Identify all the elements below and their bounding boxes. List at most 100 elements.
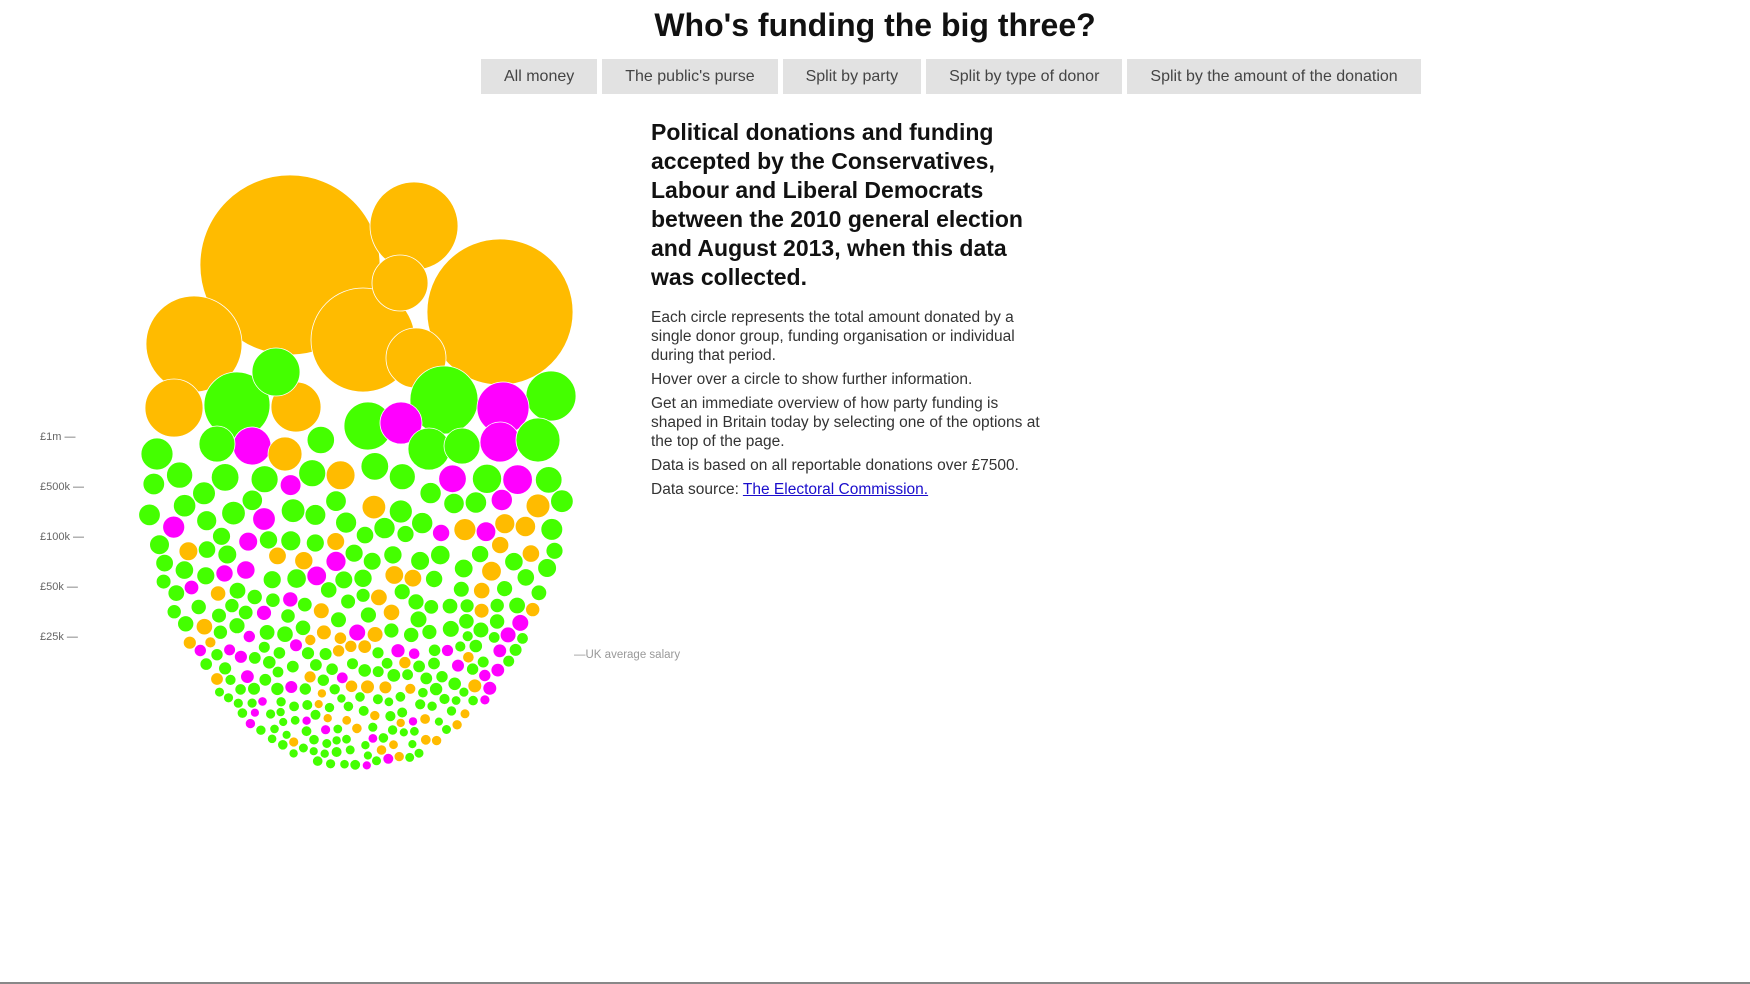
donor-bubble-72[interactable]: [410, 551, 430, 571]
donor-bubble-278[interactable]: [341, 715, 352, 726]
donor-bubble-96[interactable]: [516, 568, 535, 587]
donor-bubble-159[interactable]: [166, 604, 182, 620]
donor-bubble-123[interactable]: [530, 584, 548, 602]
donor-bubble-66[interactable]: [236, 560, 256, 580]
donor-bubble-47[interactable]: [464, 491, 487, 514]
donor-bubble-28[interactable]: [298, 459, 327, 488]
donor-bubble-148[interactable]: [441, 597, 459, 615]
donor-bubble-124[interactable]: [195, 618, 213, 636]
donor-bubble-132[interactable]: [177, 615, 195, 633]
donor-bubble-218[interactable]: [478, 669, 492, 683]
donor-bubble-258[interactable]: [342, 700, 354, 713]
donor-bubble-177[interactable]: [242, 630, 256, 644]
donor-bubble-264[interactable]: [407, 739, 418, 749]
donor-bubble-146[interactable]: [525, 602, 541, 618]
donor-bubble-119[interactable]: [348, 623, 367, 642]
donor-bubble-180[interactable]: [286, 659, 300, 674]
donor-bubble-249[interactable]: [255, 724, 267, 736]
donor-bubble-160[interactable]: [237, 604, 254, 621]
donor-bubble-245[interactable]: [357, 705, 370, 717]
donor-bubble-37[interactable]: [411, 512, 434, 535]
donor-bubble-283[interactable]: [309, 708, 322, 721]
donor-bubble-110[interactable]: [441, 620, 460, 638]
donor-bubble-93[interactable]: [155, 553, 174, 573]
donor-bubble-155[interactable]: [366, 626, 384, 643]
donor-bubble-253[interactable]: [360, 740, 371, 751]
donor-bubble-294[interactable]: [339, 759, 350, 770]
donor-bubble-184[interactable]: [346, 657, 359, 670]
donor-bubble-138[interactable]: [407, 593, 425, 611]
donor-bubble-35[interactable]: [250, 465, 279, 494]
donor-bubble-86[interactable]: [268, 546, 287, 566]
donor-bubble-291[interactable]: [249, 707, 260, 718]
donor-bubble-305[interactable]: [458, 686, 470, 698]
donor-bubble-317[interactable]: [232, 697, 244, 709]
donor-bubble-205[interactable]: [386, 668, 402, 683]
donor-bubble-174[interactable]: [447, 676, 462, 691]
donor-bubble-199[interactable]: [429, 682, 444, 697]
donor-bubble-27[interactable]: [502, 464, 533, 495]
donor-bubble-114[interactable]: [330, 611, 347, 629]
donor-bubble-315[interactable]: [331, 735, 342, 746]
donor-bubble-39[interactable]: [221, 500, 246, 526]
donor-bubble-40[interactable]: [280, 498, 306, 523]
donor-bubble-194[interactable]: [234, 683, 247, 696]
donor-bubble-38[interactable]: [252, 507, 276, 531]
donor-bubble-147[interactable]: [183, 579, 200, 596]
donor-bubble-256[interactable]: [332, 723, 344, 735]
donor-bubble-321[interactable]: [375, 744, 388, 756]
donor-bubble-262[interactable]: [396, 706, 409, 719]
donor-bubble-23[interactable]: [267, 436, 303, 472]
donor-bubble-113[interactable]: [496, 580, 514, 598]
donor-bubble-172[interactable]: [357, 663, 372, 678]
donor-bubble-217[interactable]: [380, 657, 394, 670]
donor-bubble-127[interactable]: [282, 591, 299, 608]
donor-bubble-324[interactable]: [319, 748, 330, 759]
donor-bubble-216[interactable]: [223, 643, 236, 657]
donor-bubble-97[interactable]: [491, 536, 510, 555]
donor-bubble-235[interactable]: [502, 654, 516, 668]
donor-bubble-58[interactable]: [373, 517, 396, 540]
donor-bubble-64[interactable]: [196, 566, 216, 586]
donor-bubble-181[interactable]: [193, 644, 207, 658]
tab-split-by-donor-type[interactable]: Split by type of donor: [926, 59, 1123, 94]
donor-bubble-173[interactable]: [233, 649, 248, 664]
donor-bubble-232[interactable]: [466, 662, 480, 676]
donor-bubble-20[interactable]: [515, 417, 561, 463]
donor-bubble-51[interactable]: [525, 493, 551, 519]
donor-bubble-22[interactable]: [443, 427, 481, 465]
donor-bubble-140[interactable]: [210, 585, 227, 602]
donor-bubble-87[interactable]: [481, 561, 502, 582]
donor-bubble-30[interactable]: [535, 466, 563, 494]
donor-bubble-282[interactable]: [467, 694, 479, 707]
donor-bubble-285[interactable]: [214, 686, 225, 698]
donor-bubble-135[interactable]: [294, 619, 312, 636]
donor-bubble-271[interactable]: [341, 734, 352, 745]
donor-bubble-319[interactable]: [395, 717, 406, 728]
donor-bubble-89[interactable]: [149, 534, 170, 556]
donor-bubble-154[interactable]: [276, 625, 294, 643]
donor-bubble-240[interactable]: [344, 639, 358, 653]
donor-bubble-243[interactable]: [409, 726, 420, 737]
donor-bubble-18[interactable]: [140, 437, 174, 471]
donor-bubble-83[interactable]: [325, 550, 347, 572]
donor-bubble-111[interactable]: [359, 606, 377, 624]
donor-bubble-16[interactable]: [232, 426, 272, 466]
donor-bubble-179[interactable]: [427, 656, 441, 671]
donor-bubble-227[interactable]: [298, 682, 312, 696]
donor-bubble-150[interactable]: [212, 624, 228, 640]
donor-bubble-115[interactable]: [190, 598, 207, 615]
donor-bubble-142[interactable]: [297, 596, 313, 613]
donor-bubble-131[interactable]: [472, 621, 490, 639]
donor-bubble-133[interactable]: [489, 613, 506, 630]
donor-bubble-252[interactable]: [265, 708, 277, 720]
donor-bubble-151[interactable]: [228, 582, 247, 600]
donor-bubble-171[interactable]: [419, 671, 434, 686]
donor-bubble-203[interactable]: [390, 643, 406, 659]
donor-bubble-158[interactable]: [458, 613, 475, 630]
donor-bubble-129[interactable]: [409, 610, 428, 629]
donor-bubble-268[interactable]: [384, 710, 397, 722]
donor-bubble-273[interactable]: [420, 734, 432, 746]
donor-bubble-309[interactable]: [438, 693, 451, 705]
donor-bubble-85[interactable]: [294, 551, 314, 571]
